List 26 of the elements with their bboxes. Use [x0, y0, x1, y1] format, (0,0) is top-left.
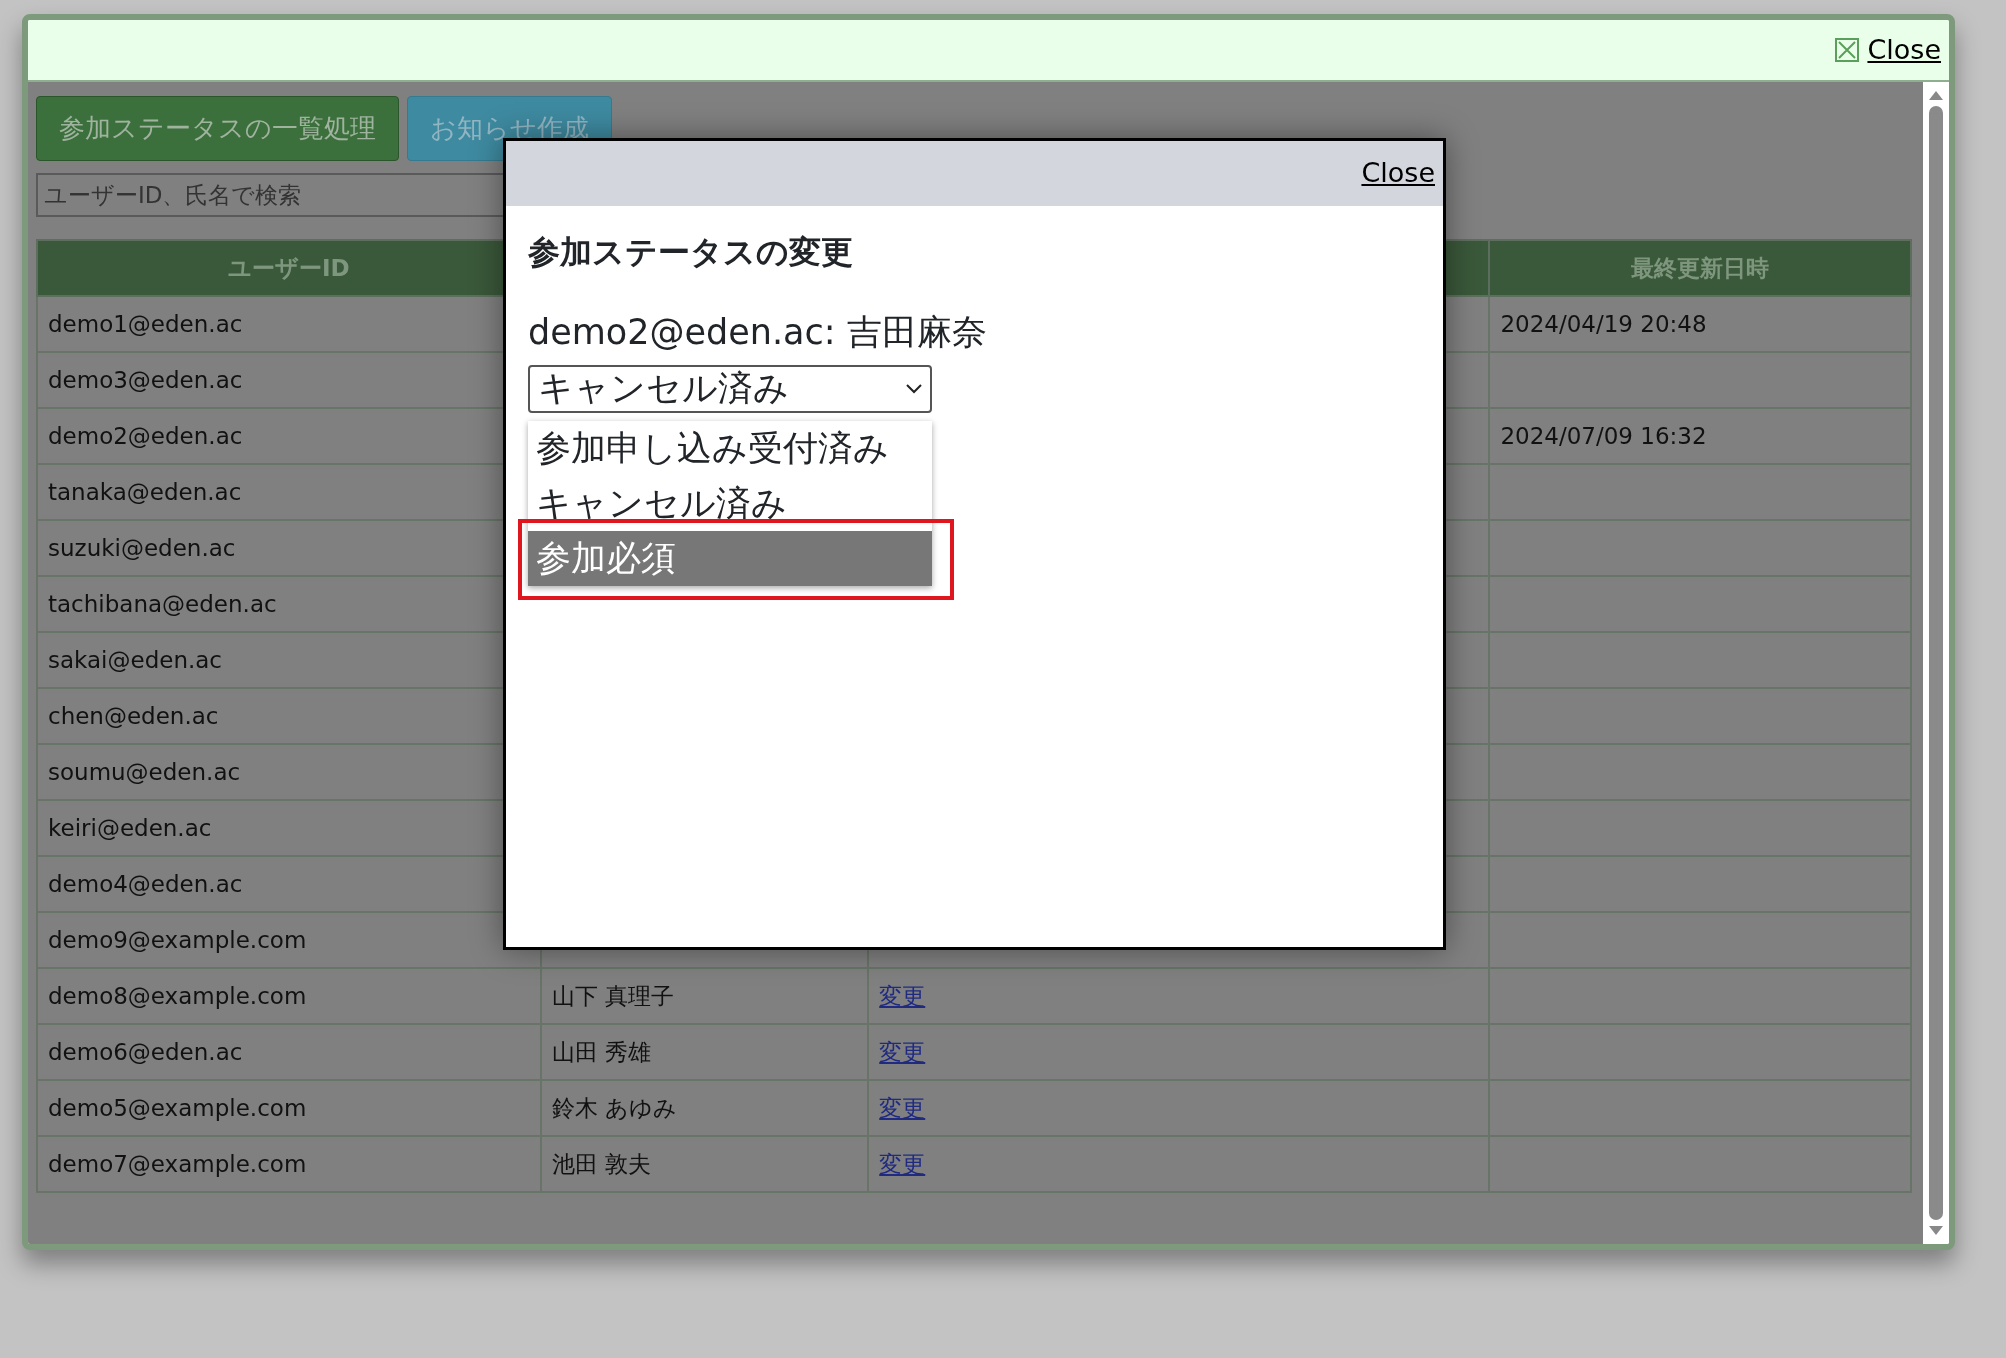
user-label: demo2@eden.ac: 吉田麻奈	[528, 311, 988, 354]
table-cell: 2024/07/09 16:32	[1489, 408, 1911, 464]
table-cell: 山田 秀雄	[540, 1024, 869, 1080]
chevron-down-icon	[906, 383, 922, 394]
table-cell: 池田 敦夫	[540, 1136, 869, 1192]
scroll-down-icon[interactable]	[1929, 1226, 1943, 1236]
change-link[interactable]: 変更	[879, 1150, 926, 1177]
close-icon	[1835, 38, 1860, 62]
table-cell: 2024/04/19 20:48	[1489, 296, 1911, 352]
column-header: 最終更新日時	[1489, 240, 1911, 296]
scrollbar-thumb[interactable]	[1929, 106, 1943, 1220]
table-cell: demo6@eden.ac	[37, 1024, 541, 1080]
table-cell: demo7@example.com	[37, 1136, 541, 1192]
close-link[interactable]: Close	[1361, 153, 1435, 194]
dropdown-option[interactable]: 参加必須	[528, 530, 932, 586]
status-dropdown[interactable]: キャンセル済み	[528, 364, 932, 413]
table-cell: demo5@example.com	[37, 1080, 541, 1136]
table-cell: 鈴木 あゆみ	[540, 1080, 869, 1136]
scroll-up-icon[interactable]	[1929, 90, 1943, 100]
table-cell: 山下 真理子	[540, 968, 869, 1024]
change-link[interactable]: 変更	[879, 982, 926, 1009]
close-link[interactable]: Close	[1835, 29, 1941, 71]
bulk-process-button[interactable]: 参加ステータスの一覧処理	[36, 96, 399, 161]
change-link[interactable]: 変更	[879, 1038, 926, 1065]
change-link[interactable]: 変更	[879, 1094, 926, 1121]
table-cell: demo8@example.com	[37, 968, 541, 1024]
